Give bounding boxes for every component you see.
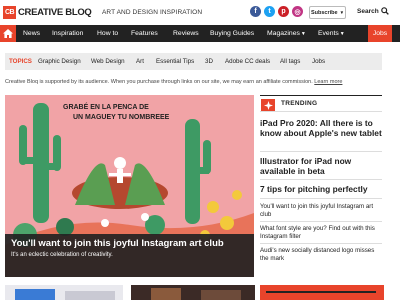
home-button[interactable] bbox=[0, 25, 16, 42]
learn-more-link[interactable]: Learn more bbox=[314, 79, 342, 85]
pinterest-icon[interactable]: p bbox=[278, 6, 289, 17]
nav-jobs-button[interactable]: Jobs bbox=[368, 25, 392, 42]
trending-header: TRENDING bbox=[260, 95, 382, 112]
nav-news[interactable]: News bbox=[23, 25, 40, 42]
divider bbox=[260, 198, 382, 199]
trending-heading: TRENDING bbox=[281, 100, 318, 107]
site-tagline: ART AND DESIGN INSPIRATION bbox=[102, 9, 203, 16]
divider bbox=[260, 243, 382, 244]
search-button[interactable]: Search bbox=[357, 7, 389, 15]
chevron-down-icon: ▼ bbox=[300, 31, 306, 37]
trending-link-4[interactable]: You'll want to join this joyful Instagra… bbox=[260, 203, 384, 219]
site-header: CB CREATIVE BLOQ ART AND DESIGN INSPIRAT… bbox=[0, 0, 400, 25]
chevron-down-icon: ▼ bbox=[339, 31, 345, 37]
trending-link-1[interactable]: iPad Pro 2020: All there is to know abou… bbox=[260, 118, 384, 138]
topic-adobe-cc-deals[interactable]: Adobe CC deals bbox=[225, 53, 270, 70]
thumbnail-graphic bbox=[15, 289, 55, 300]
search-label: Search bbox=[357, 7, 379, 15]
hero-title[interactable]: You'll want to join this joyful Instagra… bbox=[11, 238, 248, 250]
divider bbox=[260, 179, 382, 180]
divider bbox=[260, 221, 382, 222]
hero-image-text-2: UN MAGUEY TU NOMBREEE bbox=[73, 114, 170, 121]
logo-text: CREATIVE BLOQ bbox=[18, 7, 92, 18]
subscribe-label: Subscribe bbox=[310, 9, 338, 16]
nav-magazines-label: Magazines bbox=[267, 30, 300, 37]
topic-graphic-design[interactable]: Graphic Design bbox=[38, 53, 81, 70]
search-icon bbox=[380, 7, 389, 15]
topics-heading: TOPICS bbox=[9, 58, 32, 65]
chevron-down-icon: ▼ bbox=[339, 10, 345, 15]
divider bbox=[260, 151, 382, 152]
topic-essential-tips[interactable]: Essential Tips bbox=[156, 53, 194, 70]
topic-all-tags[interactable]: All tags bbox=[280, 53, 300, 70]
hero-caption: You'll want to join this joyful Instagra… bbox=[5, 234, 254, 277]
trending-badge bbox=[261, 99, 275, 111]
topic-3d[interactable]: 3D bbox=[205, 53, 213, 70]
instagram-icon[interactable]: ◎ bbox=[292, 6, 303, 17]
main-nav: News Inspiration How to Features Reviews… bbox=[0, 25, 400, 42]
topic-jobs[interactable]: Jobs bbox=[312, 53, 325, 70]
hero-strap: It's an eclectic celebration of creativi… bbox=[11, 251, 113, 258]
topics-bar: TOPICS Graphic Design Web Design Art Ess… bbox=[5, 53, 382, 70]
disclaimer-text: Creative Bloq is supported by its audien… bbox=[5, 79, 313, 85]
thumbnail-graphic bbox=[266, 291, 376, 293]
trending-link-2[interactable]: Illustrator for iPad now available in be… bbox=[260, 156, 384, 176]
nav-events-label: Events bbox=[318, 30, 339, 37]
site-logo[interactable]: CB CREATIVE BLOQ bbox=[3, 6, 92, 19]
home-icon bbox=[3, 29, 13, 38]
nav-how-to[interactable]: How to bbox=[97, 25, 118, 42]
hero-article[interactable]: GRABÉ EN LA PENCA DE UN MAGUEY TU NOMBRE… bbox=[5, 95, 254, 277]
hero-image-text-1: GRABÉ EN LA PENCA DE bbox=[63, 102, 149, 111]
thumbnail-graphic bbox=[201, 290, 241, 300]
nav-reviews[interactable]: Reviews bbox=[173, 25, 199, 42]
nav-buying-guides[interactable]: Buying Guides bbox=[210, 25, 254, 42]
trending-link-5[interactable]: What font style are you? Find out with t… bbox=[260, 225, 384, 241]
subscribe-button[interactable]: Subscribe ▼ bbox=[309, 6, 346, 19]
nav-features[interactable]: Features bbox=[131, 25, 158, 42]
trending-link-6[interactable]: Audi's new socially distanced logo misse… bbox=[260, 247, 384, 263]
trending-icon bbox=[263, 100, 273, 110]
facebook-icon[interactable]: f bbox=[250, 6, 261, 17]
thumbnail-graphic bbox=[65, 291, 115, 300]
trending-link-3[interactable]: 7 tips for pitching perfectly bbox=[260, 184, 384, 194]
affiliate-disclaimer: Creative Bloq is supported by its audien… bbox=[5, 79, 342, 85]
article-thumbnail[interactable] bbox=[131, 285, 255, 300]
nav-events[interactable]: Events▼ bbox=[318, 25, 345, 42]
nav-inspiration[interactable]: Inspiration bbox=[52, 25, 83, 42]
article-thumbnail[interactable] bbox=[5, 285, 123, 300]
topic-web-design[interactable]: Web Design bbox=[91, 53, 125, 70]
nav-magazines[interactable]: Magazines▼ bbox=[267, 25, 306, 42]
thumbnail-graphic bbox=[151, 288, 181, 300]
article-thumbnail[interactable] bbox=[260, 285, 384, 300]
twitter-icon[interactable]: t bbox=[264, 6, 275, 17]
topic-art[interactable]: Art bbox=[136, 53, 144, 70]
logo-mark: CB bbox=[3, 6, 16, 19]
